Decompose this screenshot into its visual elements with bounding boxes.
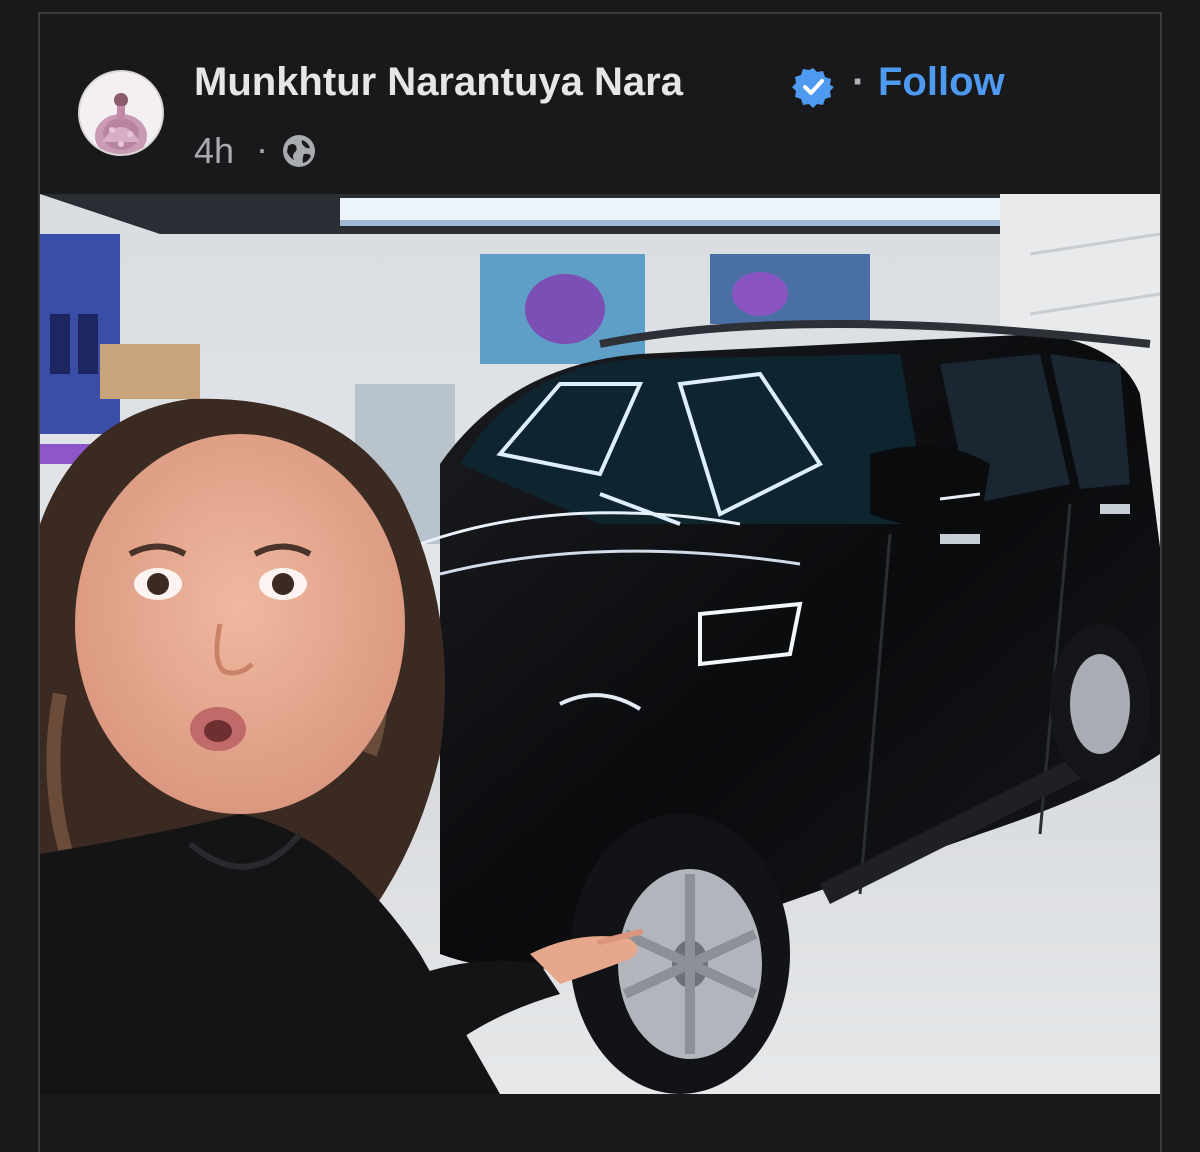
post-photo[interactable] (40, 194, 1160, 1094)
header-separator: · (852, 60, 866, 104)
globe-icon[interactable] (280, 132, 318, 170)
post-timestamp[interactable]: 4h (194, 130, 234, 172)
post-card: Munkhtur Narantuya Nara · Follow 4h · (38, 12, 1162, 1152)
follow-button[interactable]: Follow (878, 60, 1005, 105)
post-header: Munkhtur Narantuya Nara · Follow 4h · (40, 14, 1160, 194)
author-name[interactable]: Munkhtur Narantuya Nara (194, 60, 683, 105)
avatar[interactable] (78, 70, 164, 156)
verified-badge-icon (792, 68, 834, 108)
time-separator: · (256, 128, 268, 169)
